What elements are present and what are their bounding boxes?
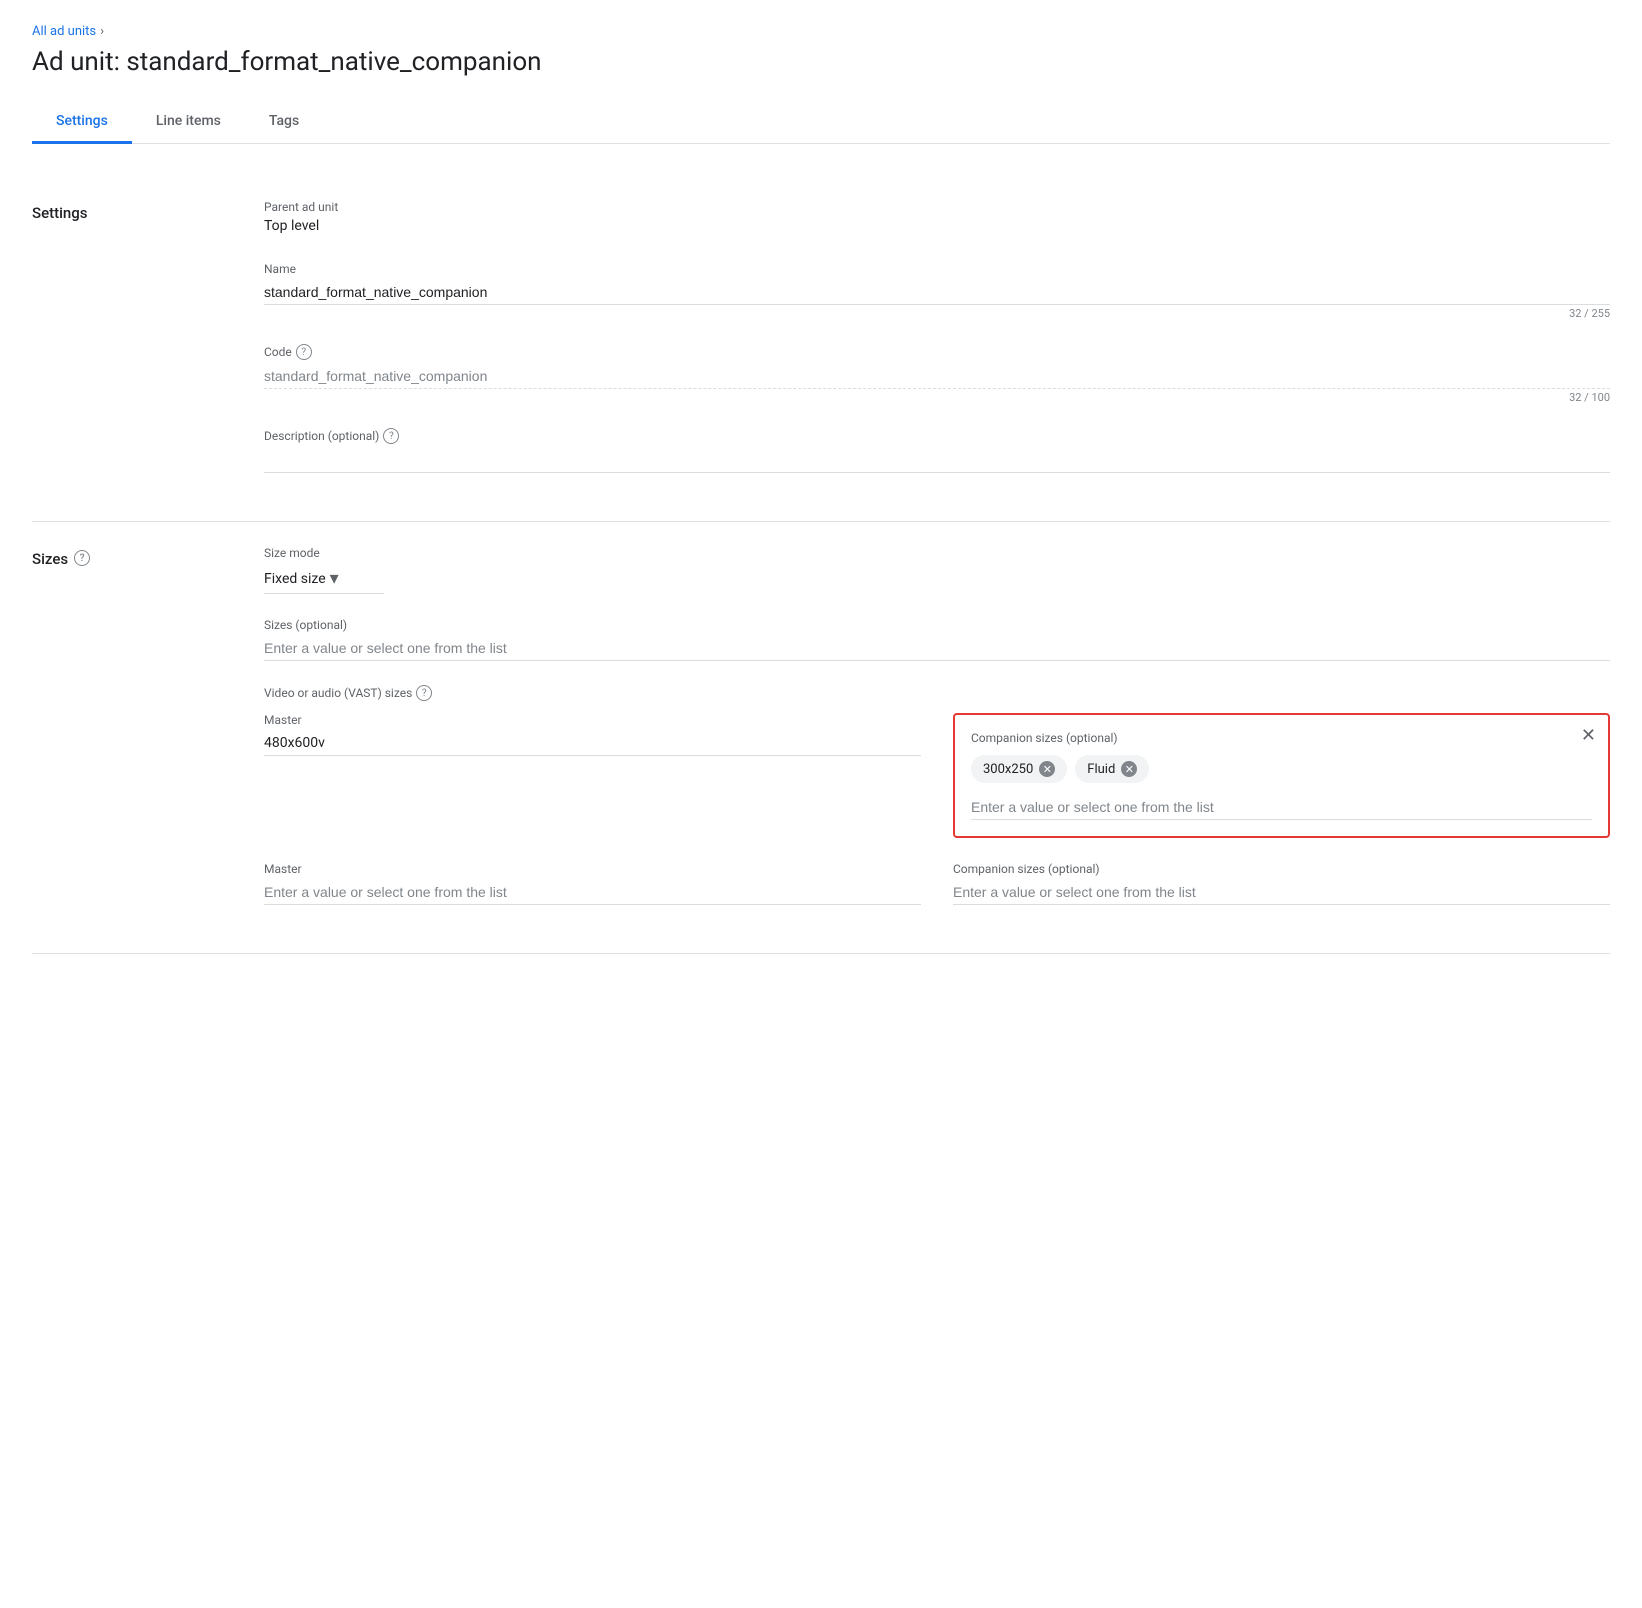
companion-sizes-popup: Companion sizes (optional) 300x250 ✕ Flu… <box>953 713 1610 838</box>
tab-line-items[interactable]: Line items <box>132 101 245 144</box>
sizes-optional-input[interactable] <box>264 636 1610 661</box>
description-label: Description (optional) ? <box>264 428 1610 444</box>
chip-fluid-label: Fluid <box>1087 762 1115 777</box>
chip-300x250-label: 300x250 <box>983 762 1033 777</box>
vast-master-label: Master <box>264 713 921 727</box>
vast-row-1: Master 480x600v Companion sizes (optiona… <box>264 713 1610 838</box>
companion-sizes-label: Companion sizes (optional) <box>971 731 1592 745</box>
vast-master-label-2: Master <box>264 862 921 876</box>
companion-sizes-input[interactable] <box>971 795 1592 820</box>
sizes-optional-field: Sizes (optional) <box>264 618 1610 661</box>
vast-companion-label-2: Companion sizes (optional) <box>953 862 1610 876</box>
companion-popup-close-icon[interactable]: ✕ <box>1581 727 1596 745</box>
tab-tags[interactable]: Tags <box>245 101 323 144</box>
sizes-help-icon[interactable]: ? <box>74 550 90 566</box>
vast-master-col-2: Master <box>264 862 921 905</box>
sizes-section: Sizes ? Size mode Fixed size ▾ Sizes (op… <box>32 522 1610 954</box>
code-label: Code ? <box>264 344 1610 360</box>
sizes-optional-label: Sizes (optional) <box>264 618 1610 632</box>
name-input[interactable] <box>264 280 1610 305</box>
size-mode-label: Size mode <box>264 546 1610 560</box>
parent-ad-unit-field: Parent ad unit Top level <box>264 200 1610 238</box>
vast-row-2: Master Companion sizes (optional) <box>264 862 1610 905</box>
vast-help-icon[interactable]: ? <box>416 685 432 701</box>
tabs-bar: Settings Line items Tags <box>32 101 1610 144</box>
vast-master-col: Master 480x600v <box>264 713 921 756</box>
sizes-fields: Size mode Fixed size ▾ Sizes (optional) … <box>264 546 1610 929</box>
code-input[interactable] <box>264 364 1610 389</box>
size-mode-field: Size mode Fixed size ▾ <box>264 546 1610 594</box>
description-field: Description (optional) ? <box>264 428 1610 473</box>
settings-fields: Parent ad unit Top level Name 32 / 255 C… <box>264 200 1610 497</box>
size-mode-dropdown[interactable]: Fixed size ▾ <box>264 564 384 594</box>
breadcrumb-chevron: › <box>100 24 104 39</box>
description-help-icon[interactable]: ? <box>383 428 399 444</box>
breadcrumb-label: All ad units <box>32 24 96 39</box>
chip-300x250-close[interactable]: ✕ <box>1039 761 1055 777</box>
chip-fluid: Fluid ✕ <box>1075 755 1149 783</box>
vast-companion-col-2: Companion sizes (optional) <box>953 862 1610 905</box>
name-field: Name 32 / 255 <box>264 262 1610 320</box>
vast-companion-col: Companion sizes (optional) 300x250 ✕ Flu… <box>953 713 1610 838</box>
vast-label: Video or audio (VAST) sizes ? <box>264 685 1610 701</box>
code-char-count: 32 / 100 <box>264 391 1610 404</box>
chip-300x250: 300x250 ✕ <box>971 755 1067 783</box>
settings-section-label: Settings <box>32 200 232 497</box>
parent-ad-unit-label: Parent ad unit <box>264 200 1610 214</box>
vast-master-value: 480x600v <box>264 731 921 756</box>
chip-fluid-close[interactable]: ✕ <box>1121 761 1137 777</box>
size-mode-value: Fixed size <box>264 571 326 587</box>
parent-ad-unit-value: Top level <box>264 218 1610 238</box>
tab-settings[interactable]: Settings <box>32 101 132 144</box>
settings-section: Settings Parent ad unit Top level Name 3… <box>32 176 1610 522</box>
page-title: Ad unit: standard_format_native_companio… <box>32 47 1610 77</box>
companion-chips-area: 300x250 ✕ Fluid ✕ <box>971 755 1592 783</box>
dropdown-arrow-icon: ▾ <box>330 568 339 589</box>
breadcrumb[interactable]: All ad units › <box>32 24 1610 39</box>
code-field: Code ? 32 / 100 <box>264 344 1610 404</box>
name-char-count: 32 / 255 <box>264 307 1610 320</box>
vast-companion-input-2[interactable] <box>953 880 1610 905</box>
description-input[interactable] <box>264 448 1610 473</box>
sizes-section-label: Sizes ? <box>32 546 232 929</box>
name-label: Name <box>264 262 1610 276</box>
code-help-icon[interactable]: ? <box>296 344 312 360</box>
vast-master-input-2[interactable] <box>264 880 921 905</box>
